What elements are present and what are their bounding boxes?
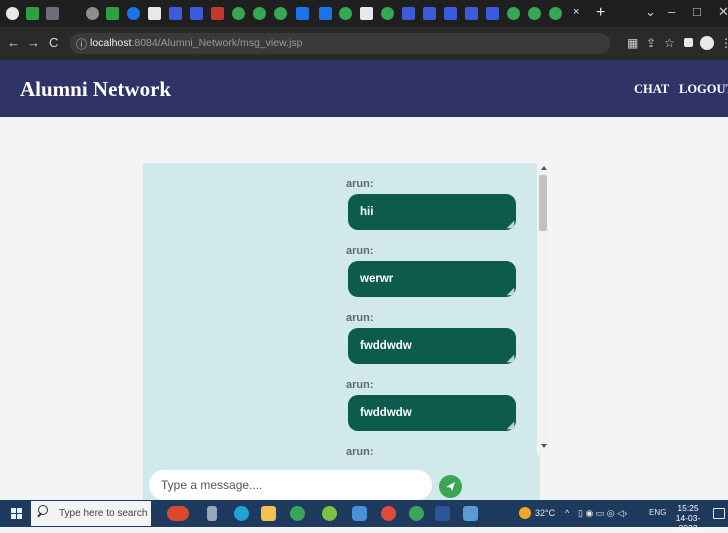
clock-date: 14-03-2023: [675, 513, 701, 533]
tray-overflow-icon[interactable]: ^: [565, 508, 569, 518]
taskbar-search-box[interactable]: Type here to search: [31, 501, 151, 526]
word-icon[interactable]: [435, 506, 450, 521]
tab-favicon-icon[interactable]: [423, 7, 436, 20]
tab-favicon-icon[interactable]: [507, 7, 520, 20]
tab-favicon-icon[interactable]: [127, 7, 140, 20]
weather-temp[interactable]: 32°C: [535, 508, 555, 518]
message-sender: arun:: [346, 379, 374, 391]
scrollbar-thumb[interactable]: [539, 175, 547, 231]
tab-close-icon[interactable]: ×: [573, 6, 579, 18]
tab-favicon-icon[interactable]: [528, 7, 541, 20]
resize-grip-icon[interactable]: ◢: [507, 220, 514, 229]
taskbar: Type here to search 32°C ^ ▯ ◉ ▭ ◎ ◁› EN…: [0, 500, 728, 533]
send-icon: [446, 482, 455, 491]
tab-favicon-icon[interactable]: [549, 7, 562, 20]
url-text: localhost:8084/Alumni_Network/msg_view.j…: [90, 37, 303, 49]
resize-grip-icon[interactable]: ◢: [507, 421, 514, 430]
resize-grip-icon[interactable]: ◢: [507, 287, 514, 296]
tab-favicon-icon[interactable]: [190, 7, 203, 20]
tab-favicon-icon[interactable]: [360, 7, 373, 20]
tray-icons[interactable]: ▯ ◉ ▭ ◎ ◁›: [578, 508, 627, 519]
weather-icon[interactable]: [519, 507, 531, 519]
browser-tab-strip: × + ⌄ – □ ✕: [0, 0, 728, 27]
language-indicator[interactable]: ENG: [649, 508, 666, 517]
maximize-icon[interactable]: □: [693, 4, 701, 20]
tab-favicon-icon[interactable]: [253, 7, 266, 20]
message-text: hii: [360, 206, 374, 218]
profile-avatar-icon[interactable]: [700, 36, 714, 50]
message-text: fwddwdw: [360, 340, 412, 352]
task-view-icon[interactable]: [207, 506, 217, 521]
resize-grip-icon[interactable]: ◢: [507, 354, 514, 363]
nav-link-chat[interactable]: CHAT: [634, 82, 669, 97]
app-header: Alumni Network CHAT LOGOUT: [0, 60, 728, 117]
tab-favicon-icon[interactable]: [211, 7, 224, 20]
new-tab-button[interactable]: +: [596, 4, 605, 22]
tab-favicon-icon[interactable]: [86, 7, 99, 20]
message-bubble[interactable]: fwddwdw ◢: [348, 328, 516, 364]
message-bubble[interactable]: fwddwdw ◢: [348, 395, 516, 431]
nav-link-logout[interactable]: LOGOUT: [679, 82, 728, 97]
notification-icon[interactable]: [713, 508, 725, 519]
taskbar-app-icon[interactable]: [290, 506, 305, 521]
tab-search-icon[interactable]: ⌄: [645, 4, 656, 20]
tab-favicon-icon[interactable]: [26, 7, 39, 20]
taskbar-clock[interactable]: 15:25 14-03-2023: [668, 503, 708, 533]
edge-icon[interactable]: [234, 506, 249, 521]
share-icon[interactable]: ⇪: [646, 36, 656, 50]
message-item-partial: arun:: [346, 446, 406, 455]
tab-favicon-icon[interactable]: [339, 7, 352, 20]
tab-favicon-icon[interactable]: [444, 7, 457, 20]
message-bubble[interactable]: hii ◢: [348, 194, 516, 230]
taskbar-widget-icon[interactable]: [167, 506, 189, 521]
url-field[interactable]: ⓘ localhost:8084/Alumni_Network/msg_view…: [70, 33, 610, 54]
extensions-icon[interactable]: ▦: [627, 36, 638, 50]
reload-icon[interactable]: C: [49, 36, 58, 50]
message-text: werwr: [360, 273, 394, 285]
bookmark-star-icon[interactable]: ☆: [664, 36, 675, 50]
taskbar-app-icon[interactable]: [409, 506, 424, 521]
message-bubble[interactable]: werwr ◢: [348, 261, 516, 297]
side-panel-icon[interactable]: [684, 38, 693, 47]
brand-title[interactable]: Alumni Network: [20, 77, 171, 102]
message-sender: arun:: [346, 446, 374, 455]
message-sender: arun:: [346, 312, 374, 324]
minimize-icon[interactable]: –: [668, 4, 675, 20]
clock-time: 15:25: [677, 503, 699, 513]
message-text: fwddwdw: [360, 407, 412, 419]
tab-favicon-icon[interactable]: [148, 7, 161, 20]
tab-favicon-icon[interactable]: [296, 7, 309, 20]
tab-favicon-icon[interactable]: [46, 7, 59, 20]
tab-favicon-icon[interactable]: [319, 7, 332, 20]
tab-favicon-icon[interactable]: [6, 7, 19, 20]
tab-favicon-icon[interactable]: [106, 7, 119, 20]
close-window-icon[interactable]: ✕: [718, 4, 728, 20]
file-explorer-icon[interactable]: [261, 506, 276, 521]
menu-dots-icon[interactable]: ⋮: [720, 36, 728, 50]
tab-favicon-icon[interactable]: [486, 7, 499, 20]
site-info-icon[interactable]: ⓘ: [76, 36, 87, 52]
message-input[interactable]: [149, 470, 432, 500]
scroll-down-icon[interactable]: [541, 444, 547, 448]
message-sender: arun:: [346, 245, 374, 257]
taskbar-app-icon[interactable]: [463, 506, 478, 521]
taskbar-search-placeholder: Type here to search: [59, 508, 148, 519]
message-sender: arun:: [346, 178, 374, 190]
tab-favicon-icon[interactable]: [465, 7, 478, 20]
scroll-up-icon[interactable]: [541, 166, 547, 170]
tab-favicon-icon[interactable]: [381, 7, 394, 20]
tab-favicon-icon[interactable]: [169, 7, 182, 20]
tab-favicon-icon[interactable]: [274, 7, 287, 20]
tab-favicon-icon[interactable]: [232, 7, 245, 20]
forward-icon[interactable]: →: [27, 36, 40, 50]
back-icon[interactable]: ←: [7, 36, 20, 50]
chrome-icon[interactable]: [381, 506, 396, 521]
taskbar-app-icon[interactable]: [352, 506, 367, 521]
taskbar-app-icon[interactable]: [322, 506, 337, 521]
address-bar-row: ← → C ⓘ localhost:8084/Alumni_Network/ms…: [0, 27, 728, 60]
tab-favicon-icon[interactable]: [402, 7, 415, 20]
send-button[interactable]: [439, 475, 462, 498]
